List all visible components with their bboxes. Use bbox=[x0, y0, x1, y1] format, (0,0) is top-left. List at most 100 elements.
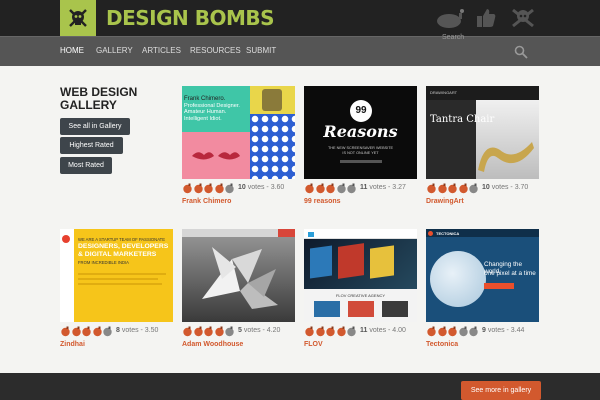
bomb-filled-icon[interactable] bbox=[214, 183, 225, 194]
bomb-filled-icon[interactable] bbox=[71, 326, 82, 337]
bomb-filled-icon[interactable] bbox=[304, 326, 315, 337]
bomb-filled-icon[interactable] bbox=[426, 183, 437, 194]
bomb-filled-icon[interactable] bbox=[182, 326, 193, 337]
sculpture-graphic bbox=[202, 247, 278, 309]
thumb-text: THE NEW SCREENSAVER WEBSITE bbox=[327, 146, 394, 150]
vote-count: 10 votes - 3.70 bbox=[482, 184, 529, 191]
nav-gallery[interactable]: Gallery bbox=[96, 46, 133, 55]
thumb-text: Reasons bbox=[323, 122, 398, 141]
thumbs-up-icon[interactable] bbox=[474, 6, 498, 30]
thumb-badge: 99 bbox=[350, 100, 372, 122]
vote-count: 11 votes - 4.00 bbox=[360, 327, 406, 334]
bomb-filled-icon[interactable] bbox=[60, 326, 71, 337]
card-title[interactable]: Tectonica bbox=[426, 341, 458, 348]
bomb-filled-icon[interactable] bbox=[336, 326, 347, 337]
see-all-gallery-button[interactable]: See all in Gallery bbox=[60, 118, 130, 135]
bomb-filled-icon[interactable] bbox=[81, 326, 92, 337]
thumbnail-flov[interactable]: FLOV CREATIVE AGENCY bbox=[304, 229, 417, 322]
thumb-text: Intelligent Idiot. bbox=[184, 115, 222, 122]
bomb-filled-icon[interactable] bbox=[426, 326, 437, 337]
rating: 5 votes - 4.20 bbox=[182, 326, 295, 338]
rating: 8 votes - 3.50 bbox=[60, 326, 173, 338]
logo-text[interactable]: DESIGN BOMBS bbox=[106, 6, 275, 30]
bomb-filled-icon[interactable] bbox=[92, 326, 103, 337]
card-title[interactable]: Frank Chimero bbox=[182, 198, 231, 205]
rating: 11 votes - 3.27 bbox=[304, 183, 417, 195]
thumbnail-drawingart[interactable]: DRAWINGART Tantra Chair bbox=[426, 86, 539, 179]
gallery-title: Web Design Gallery bbox=[60, 85, 138, 112]
nav-articles[interactable]: Articles bbox=[142, 46, 181, 55]
thumb-text: Tantra Chair bbox=[430, 114, 495, 125]
bomb-empty-icon[interactable] bbox=[458, 326, 469, 337]
main-nav: Home Gallery Articles Resources Submit S… bbox=[0, 34, 600, 66]
vote-count: 10 votes - 3.60 bbox=[238, 184, 285, 191]
lips-graphic bbox=[192, 152, 240, 160]
chair-graphic bbox=[478, 142, 534, 172]
thumb-text: Amateur Human. bbox=[184, 109, 227, 116]
bomb-empty-icon[interactable] bbox=[336, 183, 347, 194]
card-title[interactable]: Adam Woodhouse bbox=[182, 341, 243, 348]
bomb-icon[interactable] bbox=[435, 6, 467, 30]
bomb-filled-icon[interactable] bbox=[315, 183, 326, 194]
bomb-empty-icon[interactable] bbox=[346, 326, 357, 337]
bomb-empty-icon[interactable] bbox=[346, 183, 357, 194]
thumbnail-zindhai[interactable]: WE ARE A STARTUP TEAM OF PASSIONATE DESI… bbox=[60, 229, 173, 322]
bomb-filled-icon[interactable] bbox=[447, 183, 458, 194]
thumb-text: Professional Designer. bbox=[184, 102, 240, 109]
rating: 10 votes - 3.70 bbox=[426, 183, 539, 195]
thumbnail-tectonica[interactable]: TECTONICA Changing the world one pixel a… bbox=[426, 229, 539, 322]
thumb-text: IS NOT ONLINE YET bbox=[342, 151, 379, 155]
rating: 9 votes - 3.44 bbox=[426, 326, 539, 338]
footer-bar: See more in gallery bbox=[0, 373, 600, 400]
thumb-text: DRAWINGART bbox=[430, 90, 458, 95]
nav-resources[interactable]: Resources bbox=[190, 46, 241, 55]
bomb-filled-icon[interactable] bbox=[437, 183, 448, 194]
bomb-filled-icon[interactable] bbox=[325, 326, 336, 337]
card-title[interactable]: Zindhai bbox=[60, 341, 85, 348]
rating: 11 votes - 4.00 bbox=[304, 326, 417, 338]
crossbones-icon[interactable] bbox=[510, 6, 536, 30]
bomb-empty-icon[interactable] bbox=[102, 326, 113, 337]
thumb-text: one pixel at a time bbox=[484, 270, 536, 277]
most-rated-button[interactable]: Most Rated bbox=[60, 157, 112, 174]
bomb-filled-icon[interactable] bbox=[304, 183, 315, 194]
site-header: DESIGN BOMBS bbox=[0, 0, 600, 36]
bomb-filled-icon[interactable] bbox=[458, 183, 469, 194]
logo-mark[interactable] bbox=[60, 0, 96, 36]
bomb-filled-icon[interactable] bbox=[325, 183, 336, 194]
card-title[interactable]: 99 reasons bbox=[304, 198, 341, 205]
nav-home[interactable]: Home bbox=[60, 46, 84, 55]
card-title[interactable]: FLOV bbox=[304, 341, 323, 348]
bomb-filled-icon[interactable] bbox=[447, 326, 458, 337]
bomb-empty-icon[interactable] bbox=[468, 183, 479, 194]
bomb-filled-icon[interactable] bbox=[182, 183, 193, 194]
nav-submit[interactable]: Submit bbox=[246, 46, 276, 55]
bomb-filled-icon[interactable] bbox=[203, 183, 214, 194]
vote-count: 8 votes - 3.50 bbox=[116, 327, 159, 334]
search-icon[interactable] bbox=[514, 45, 528, 59]
skull-icon bbox=[69, 9, 87, 27]
thumb-text: TECTONICA bbox=[436, 231, 460, 236]
see-more-button[interactable]: See more in gallery bbox=[461, 381, 541, 400]
search-label: Search bbox=[442, 34, 465, 41]
highest-rated-button[interactable]: Highest Rated bbox=[60, 137, 123, 154]
thumb-text: DESIGNERS, DEVELOPERS bbox=[78, 243, 169, 250]
bomb-filled-icon[interactable] bbox=[193, 326, 204, 337]
thumbnail-99-reasons[interactable]: 99 Reasons THE NEW SCREENSAVER WEBSITE I… bbox=[304, 86, 417, 179]
rating: 10 votes - 3.60 bbox=[182, 183, 295, 195]
bomb-filled-icon[interactable] bbox=[437, 326, 448, 337]
bomb-filled-icon[interactable] bbox=[193, 183, 204, 194]
thumbnail-adam-woodhouse[interactable] bbox=[182, 229, 295, 322]
thumb-text: Frank Chimero. bbox=[184, 96, 226, 102]
card-title[interactable]: DrawingArt bbox=[426, 198, 464, 205]
bomb-filled-icon[interactable] bbox=[203, 326, 214, 337]
thumb-text: & DIGITAL MARKETERS bbox=[78, 251, 157, 258]
bomb-filled-icon[interactable] bbox=[315, 326, 326, 337]
vote-count: 9 votes - 3.44 bbox=[482, 327, 525, 334]
thumbnail-frank-chimero[interactable]: Frank Chimero. Professional Designer. Am… bbox=[182, 86, 295, 179]
bomb-filled-icon[interactable] bbox=[214, 326, 225, 337]
bomb-empty-icon[interactable] bbox=[468, 326, 479, 337]
bomb-empty-icon[interactable] bbox=[224, 183, 235, 194]
bomb-empty-icon[interactable] bbox=[224, 326, 235, 337]
thumb-text: WE ARE A STARTUP TEAM OF PASSIONATE bbox=[78, 237, 166, 242]
